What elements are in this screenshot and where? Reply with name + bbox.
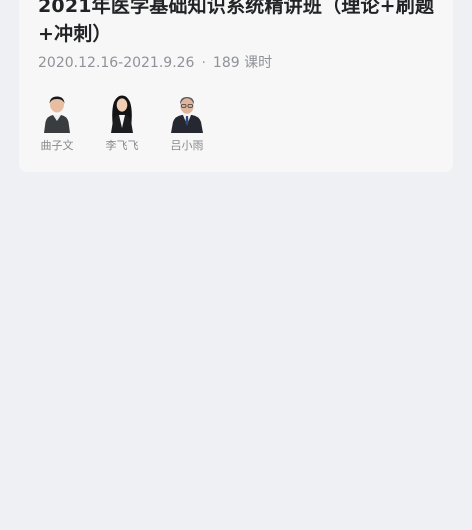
teacher-name: 曲子文 [40,139,74,152]
meta-separator: · [201,55,206,71]
course-list-screen: 2021年医学基础知识系统精讲班（理论+刷题+冲刺） 2020.12.16-20… [0,0,472,530]
teacher-list: 曲子文 李飞飞 吕小雨 [35,93,230,153]
teacher-avatar-icon [171,97,203,133]
teacher-avatar-icon [111,95,133,133]
course-date-range: 2020.12.16-2021.9.26 [38,55,195,71]
teacher-avatar-icon [44,96,70,133]
teacher-item-3[interactable]: 吕小雨 [165,93,209,153]
teacher-item-2[interactable]: 李飞飞 [100,93,144,153]
teacher-name: 李飞飞 [105,139,139,152]
course-meta: 2020.12.16-2021.9.26 · 189 课时 [38,53,272,73]
course-hours: 189 课时 [212,55,273,71]
teacher-item-1[interactable]: 曲子文 [35,93,79,153]
teacher-name: 吕小雨 [170,139,204,152]
course-card[interactable]: 2021年医学基础知识系统精讲班（理论+刷题+冲刺） 2020.12.16-20… [19,0,453,172]
course-title: 2021年医学基础知识系统精讲班（理论+刷题+冲刺） [38,0,435,45]
